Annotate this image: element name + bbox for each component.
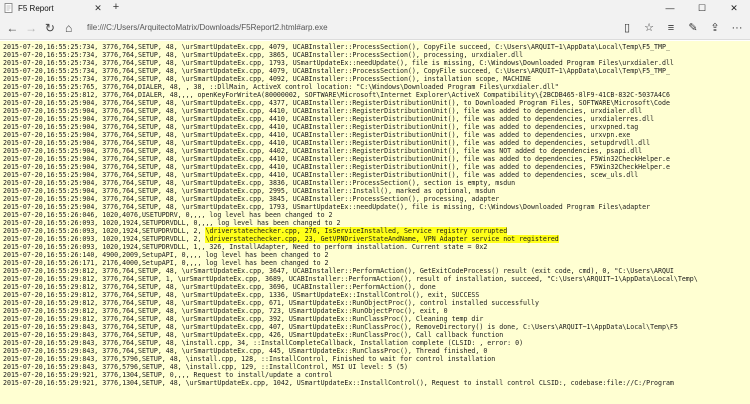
log-line-prefix: 2015-07-20,16:55:26:093, 1020,1924,SETUP…	[3, 235, 206, 243]
log-line: 2015-07-20,16:55:25:904, 3776,764,SETUP,…	[3, 187, 496, 195]
log-line: 2015-07-20,16:55:25:904, 3776,764,SETUP,…	[3, 99, 670, 107]
log-line-prefix: 2015-07-20,16:55:26:093, 1020,1924,SETUP…	[3, 227, 206, 235]
log-line: 2015-07-20,16:55:29:843, 3776,764,SETUP,…	[3, 323, 678, 331]
log-line: 2015-07-20,16:55:25:734, 3776,764,SETUP,…	[3, 43, 670, 51]
tab-close-icon[interactable]: ✕	[92, 2, 104, 14]
log-line: 2015-07-20,16:55:29:812, 3776,764,SETUP,…	[3, 315, 484, 323]
log-line: 2015-07-20,16:55:29:921, 3776,1304,SETUP…	[3, 371, 333, 379]
home-button[interactable]: ⌂	[60, 19, 77, 37]
log-line: 2015-07-20,16:55:25:734, 3776,764,SETUP,…	[3, 51, 524, 59]
back-button[interactable]: ←	[4, 19, 21, 37]
log-line: 2015-07-20,16:55:25:904, 3776,764,SETUP,…	[3, 195, 500, 203]
log-line: 2015-07-20,16:55:26:093, 1020,1924,SETUP…	[3, 243, 488, 251]
window-controls: — ☐ ✕	[654, 0, 750, 16]
log-line: 2015-07-20,16:55:29:812, 3776,764,SETUP,…	[3, 299, 539, 307]
minimize-button[interactable]: —	[654, 0, 686, 16]
log-line: 2015-07-20,16:55:25:734, 3776,764,SETUP,…	[3, 59, 674, 67]
log-line: 2015-07-20,16:55:25:904, 3776,764,SETUP,…	[3, 155, 670, 163]
log-line: 2015-07-20,16:55:29:843, 3776,764,SETUP,…	[3, 347, 488, 355]
navigation-toolbar: ← → ↻ ⌂ file:///C:/Users/ArquitectoMatri…	[0, 16, 750, 40]
log-line: 2015-07-20,16:55:26:046, 1020,4076,USETU…	[3, 211, 333, 219]
log-line: 2015-07-20,16:55:25:904, 3776,764,SETUP,…	[3, 139, 651, 147]
log-line: 2015-07-20,16:55:29:843, 3776,5796,SETUP…	[3, 355, 496, 363]
log-line: 2015-07-20,16:55:29:812, 3776,764,SETUP,…	[3, 291, 480, 299]
highlighted-error-text: \driverstatechecker.cpp, 276, IsServiceI…	[205, 227, 508, 235]
new-tab-icon[interactable]: +	[110, 1, 122, 13]
log-line: 2015-07-20,16:55:26:093, 1020,1924,SETUP…	[3, 219, 341, 227]
browser-tab[interactable]: F5 Report ✕	[0, 0, 108, 16]
log-line: 2015-07-20,16:55:26:093, 1020,1924,SETUP…	[3, 235, 750, 243]
log-line: 2015-07-20,16:55:29:812, 3776,764,SETUP,…	[3, 283, 436, 291]
log-line: 2015-07-20,16:55:26:171, 2176,4000,Setup…	[3, 259, 329, 267]
address-bar[interactable]: file:///C:/Users/ArquitectoMatrix/Downlo…	[87, 19, 608, 37]
log-line: 2015-07-20,16:55:25:904, 3776,764,SETUP,…	[3, 107, 643, 115]
tab-title: F5 Report	[18, 3, 54, 13]
highlighted-error-text: \driverstatechecker.cpp, 23, GetVPNDrive…	[205, 235, 559, 243]
browser-tools: ▯ ☆ ≡ ✎ ⇪ ···	[618, 19, 746, 37]
log-line: 2015-07-20,16:55:25:812, 3776,764,DIALER…	[3, 91, 670, 99]
close-window-button[interactable]: ✕	[718, 0, 750, 16]
log-line: 2015-07-20,16:55:29:812, 3776,764,SETUP,…	[3, 267, 674, 275]
log-line: 2015-07-20,16:55:29:843, 3776,764,SETUP,…	[3, 331, 504, 339]
favorite-star-icon[interactable]: ☆	[640, 19, 658, 37]
log-line: 2015-07-20,16:55:25:904, 3776,764,SETUP,…	[3, 147, 643, 155]
log-line: 2015-07-20,16:55:25:904, 3776,764,SETUP,…	[3, 171, 639, 179]
share-icon[interactable]: ⇪	[706, 19, 724, 37]
log-line: 2015-07-20,16:55:29:812, 3776,764,SETUP,…	[3, 307, 448, 315]
forward-button[interactable]: →	[23, 19, 40, 37]
log-line: 2015-07-20,16:55:29:843, 3776,764,SETUP,…	[3, 339, 524, 347]
log-line: 2015-07-20,16:55:26:140, 4900,2009,Setup…	[3, 251, 329, 259]
log-line: 2015-07-20,16:55:25:904, 3776,764,SETUP,…	[3, 123, 639, 131]
log-line: 2015-07-20,16:55:25:904, 3776,764,SETUP,…	[3, 179, 516, 187]
title-drag-area[interactable]	[122, 0, 654, 16]
log-line: 2015-07-20,16:55:25:904, 3776,764,SETUP,…	[3, 131, 631, 139]
log-line: 2015-07-20,16:55:25:904, 3776,764,SETUP,…	[3, 115, 655, 123]
log-line: 2015-07-20,16:55:29:843, 3776,5796,SETUP…	[3, 363, 408, 371]
log-line: 2015-07-20,16:55:29:921, 3776,1304,SETUP…	[3, 379, 674, 387]
refresh-button[interactable]: ↻	[42, 19, 59, 37]
reading-view-icon[interactable]: ▯	[618, 19, 636, 37]
log-line: 2015-07-20,16:55:26:093, 1020,1924,SETUP…	[3, 227, 750, 235]
hub-icon[interactable]: ≡	[662, 19, 680, 37]
log-line: 2015-07-20,16:55:29:812, 3776,764,SETUP,…	[3, 275, 698, 283]
web-note-icon[interactable]: ✎	[684, 19, 702, 37]
maximize-button[interactable]: ☐	[686, 0, 718, 16]
log-line: 2015-07-20,16:55:25:734, 3776,764,SETUP,…	[3, 67, 670, 75]
log-line: 2015-07-20,16:55:25:765, 3776,764,DIALER…	[3, 83, 559, 91]
log-line: 2015-07-20,16:55:25:904, 3776,764,SETUP,…	[3, 163, 670, 171]
more-options-icon[interactable]: ···	[728, 19, 746, 37]
page-favicon-icon	[4, 3, 14, 13]
log-content: 2015-07-20,16:55:25:734, 3776,764,SETUP,…	[0, 41, 750, 404]
log-line: 2015-07-20,16:55:25:734, 3776,764,SETUP,…	[3, 75, 531, 83]
title-bar: F5 Report ✕ + — ☐ ✕	[0, 0, 750, 16]
log-line: 2015-07-20,16:55:25:904, 3776,764,SETUP,…	[3, 203, 651, 211]
